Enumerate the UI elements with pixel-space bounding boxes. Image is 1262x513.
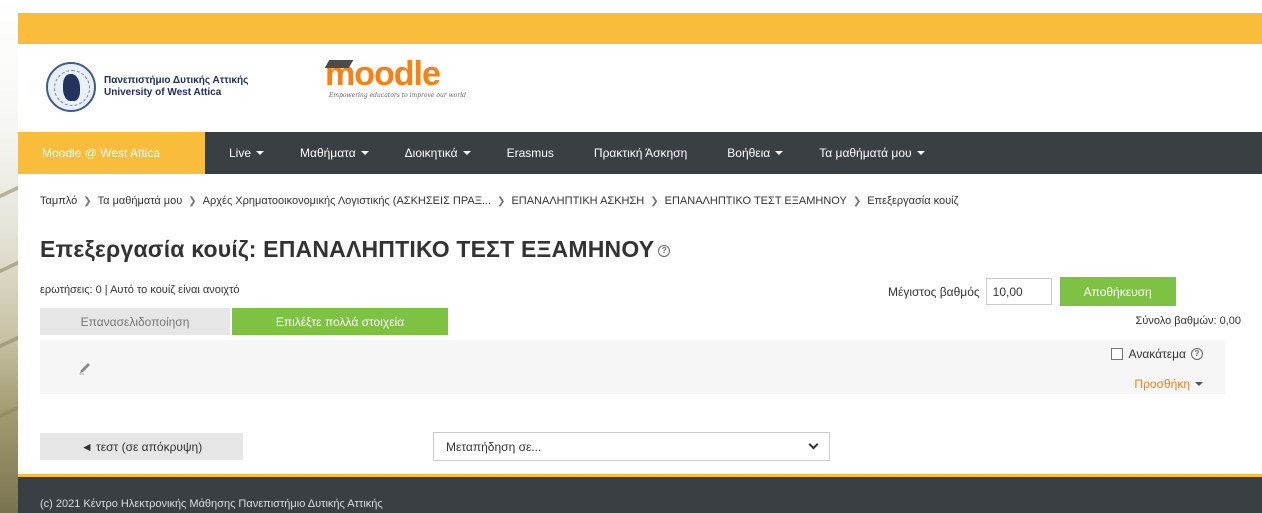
moodle-wordmark: moodle bbox=[324, 56, 466, 92]
background-stripe bbox=[0, 335, 18, 349]
select-multiple-button[interactable]: Επιλέξτε πολλά στοιχεία bbox=[232, 308, 448, 335]
background-stripe bbox=[0, 185, 18, 199]
page-title: Επεξεργασία κουίζ: ΕΠΑΝΑΛΗΠΤΙΚΟ ΤΕΣΤ ΕΞΑ… bbox=[40, 236, 671, 263]
footer-copyright: (c) 2021 Κέντρο Ηλεκτρονικής Μάθησης Παν… bbox=[40, 498, 383, 510]
add-menu-label: Προσθήκη bbox=[1134, 377, 1190, 391]
caret-down-icon bbox=[1195, 382, 1203, 386]
help-icon[interactable]: ? bbox=[1191, 348, 1203, 360]
nav-item-label: Τα μαθήματά μου bbox=[819, 146, 912, 160]
shuffle-checkbox[interactable] bbox=[1110, 348, 1123, 360]
nav-item-label: Μαθήματα bbox=[300, 146, 356, 160]
background-stripe bbox=[0, 405, 18, 419]
total-marks: Σύνολο βαθμών: 0,00 bbox=[1135, 315, 1241, 327]
page-container: Πανεπιστήμιο Δυτικής Αττικής University … bbox=[18, 0, 1262, 513]
nav-item-label: Διοικητικά bbox=[404, 146, 458, 160]
nav-item-label: Live bbox=[229, 146, 252, 160]
shuffle-control: Ανακάτεμα ? bbox=[1110, 347, 1203, 361]
breadcrumb-item-quiz[interactable]: ΕΠΑΝΑΛΗΠΤΙΚΟ ΤΕΣΤ ΕΞΑΜΗΝΟΥ bbox=[665, 195, 847, 207]
caret-down-icon bbox=[916, 151, 925, 155]
breadcrumb-separator-icon: ❯ bbox=[650, 195, 659, 207]
breadcrumb-separator-icon: ❯ bbox=[83, 195, 92, 207]
caret-down-icon bbox=[462, 151, 471, 155]
nav-item-live[interactable]: Live bbox=[229, 132, 265, 174]
breadcrumb-separator-icon: ❯ bbox=[188, 195, 197, 207]
breadcrumb-item-my-courses[interactable]: Τα μαθήματά μου bbox=[98, 195, 183, 207]
add-menu[interactable]: Προσθήκη bbox=[1134, 377, 1203, 391]
nav-item-internship[interactable]: Πρακτική Άσκηση bbox=[594, 132, 687, 174]
university-name-el: Πανεπιστήμιο Δυτικής Αττικής bbox=[104, 75, 249, 86]
background-stripe bbox=[0, 260, 18, 274]
shuffle-label: Ανακάτεμα bbox=[1128, 347, 1186, 361]
university-seal-icon bbox=[46, 62, 96, 112]
nav-item-label: Βοήθεια bbox=[727, 146, 771, 160]
nav-item-label: Erasmus bbox=[506, 146, 554, 160]
breadcrumb-item-current: Επεξεργασία κουίζ bbox=[867, 195, 959, 207]
moodle-logo[interactable]: moodle Empowering educators to improve o… bbox=[324, 56, 467, 99]
caret-down-icon bbox=[360, 151, 369, 155]
jump-to-select[interactable]: Μεταπήδηση σε... bbox=[433, 432, 830, 461]
max-grade-form: Μέγιστος βαθμός Αποθήκευση bbox=[888, 277, 1176, 306]
breadcrumb-separator-icon: ❯ bbox=[852, 195, 862, 207]
main-navbar: Moodle @ West Attica Live Μαθήματα Διοικ… bbox=[18, 132, 1262, 174]
university-name: Πανεπιστήμιο Δυτικής Αττικής University … bbox=[104, 75, 248, 99]
save-button[interactable]: Αποθήκευση bbox=[1059, 277, 1176, 306]
nav-item-erasmus[interactable]: Erasmus bbox=[507, 132, 554, 174]
quiz-section-panel: Ανακάτεμα ? Προσθήκη bbox=[40, 340, 1225, 394]
help-icon[interactable]: ? bbox=[658, 244, 671, 257]
moodle-tagline: Empowering educators to improve our worl… bbox=[329, 92, 467, 99]
quiz-status: ερωτήσεις: 0 | Αυτό το κουίζ είναι ανοιχ… bbox=[40, 284, 240, 296]
chevron-down-icon bbox=[808, 439, 819, 450]
breadcrumb-separator-icon: ❯ bbox=[497, 195, 506, 207]
breadcrumb-item-course[interactable]: Αρχές Χρηματοοικονομικής Λογιστικής (ΑΣΚ… bbox=[203, 195, 491, 207]
top-accent-bar bbox=[18, 13, 1262, 44]
nav-brand-link[interactable]: Moodle @ West Attica bbox=[18, 132, 205, 174]
pencil-icon[interactable] bbox=[78, 361, 92, 375]
caret-down-icon bbox=[775, 151, 784, 155]
jump-to-placeholder: Μεταπήδηση σε... bbox=[446, 439, 542, 454]
university-name-en: University of West Attica bbox=[104, 87, 222, 98]
background-edge bbox=[0, 0, 18, 513]
max-grade-label: Μέγιστος βαθμός bbox=[888, 284, 980, 299]
previous-activity-link[interactable]: ◄ τεστ (σε απόκρυψη) bbox=[40, 433, 243, 460]
nav-item-administrative[interactable]: Διοικητικά bbox=[405, 132, 471, 174]
max-grade-input[interactable] bbox=[985, 278, 1052, 305]
brand-header: Πανεπιστήμιο Δυτικής Αττικής University … bbox=[18, 44, 1262, 132]
caret-down-icon bbox=[256, 151, 265, 155]
nav-item-help[interactable]: Βοήθεια bbox=[727, 132, 784, 174]
mortarboard-icon bbox=[324, 60, 354, 68]
nav-item-label: Πρακτική Άσκηση bbox=[593, 146, 688, 160]
nav-item-courses[interactable]: Μαθήματα bbox=[300, 132, 369, 174]
footer: (c) 2021 Κέντρο Ηλεκτρονικής Μάθησης Παν… bbox=[18, 474, 1262, 513]
repaginate-button[interactable]: Επανασελιδοποίηση bbox=[40, 308, 230, 335]
breadcrumb-item-section[interactable]: ΕΠΑΝΑΛΗΠΤΙΚΗ ΑΣΚΗΣΗ bbox=[511, 195, 644, 207]
page-title-text: Επεξεργασία κουίζ: ΕΠΑΝΑΛΗΠΤΙΚΟ ΤΕΣΤ ΕΞΑ… bbox=[40, 236, 655, 262]
breadcrumb: Ταμπλό ❯ Τα μαθήματά μου ❯ Αρχές Χρηματο… bbox=[40, 195, 958, 207]
nav-item-my-courses[interactable]: Τα μαθήματά μου bbox=[819, 132, 925, 174]
university-logo[interactable]: Πανεπιστήμιο Δυτικής Αττικής University … bbox=[46, 62, 248, 112]
breadcrumb-item-dashboard[interactable]: Ταμπλό bbox=[40, 195, 77, 207]
